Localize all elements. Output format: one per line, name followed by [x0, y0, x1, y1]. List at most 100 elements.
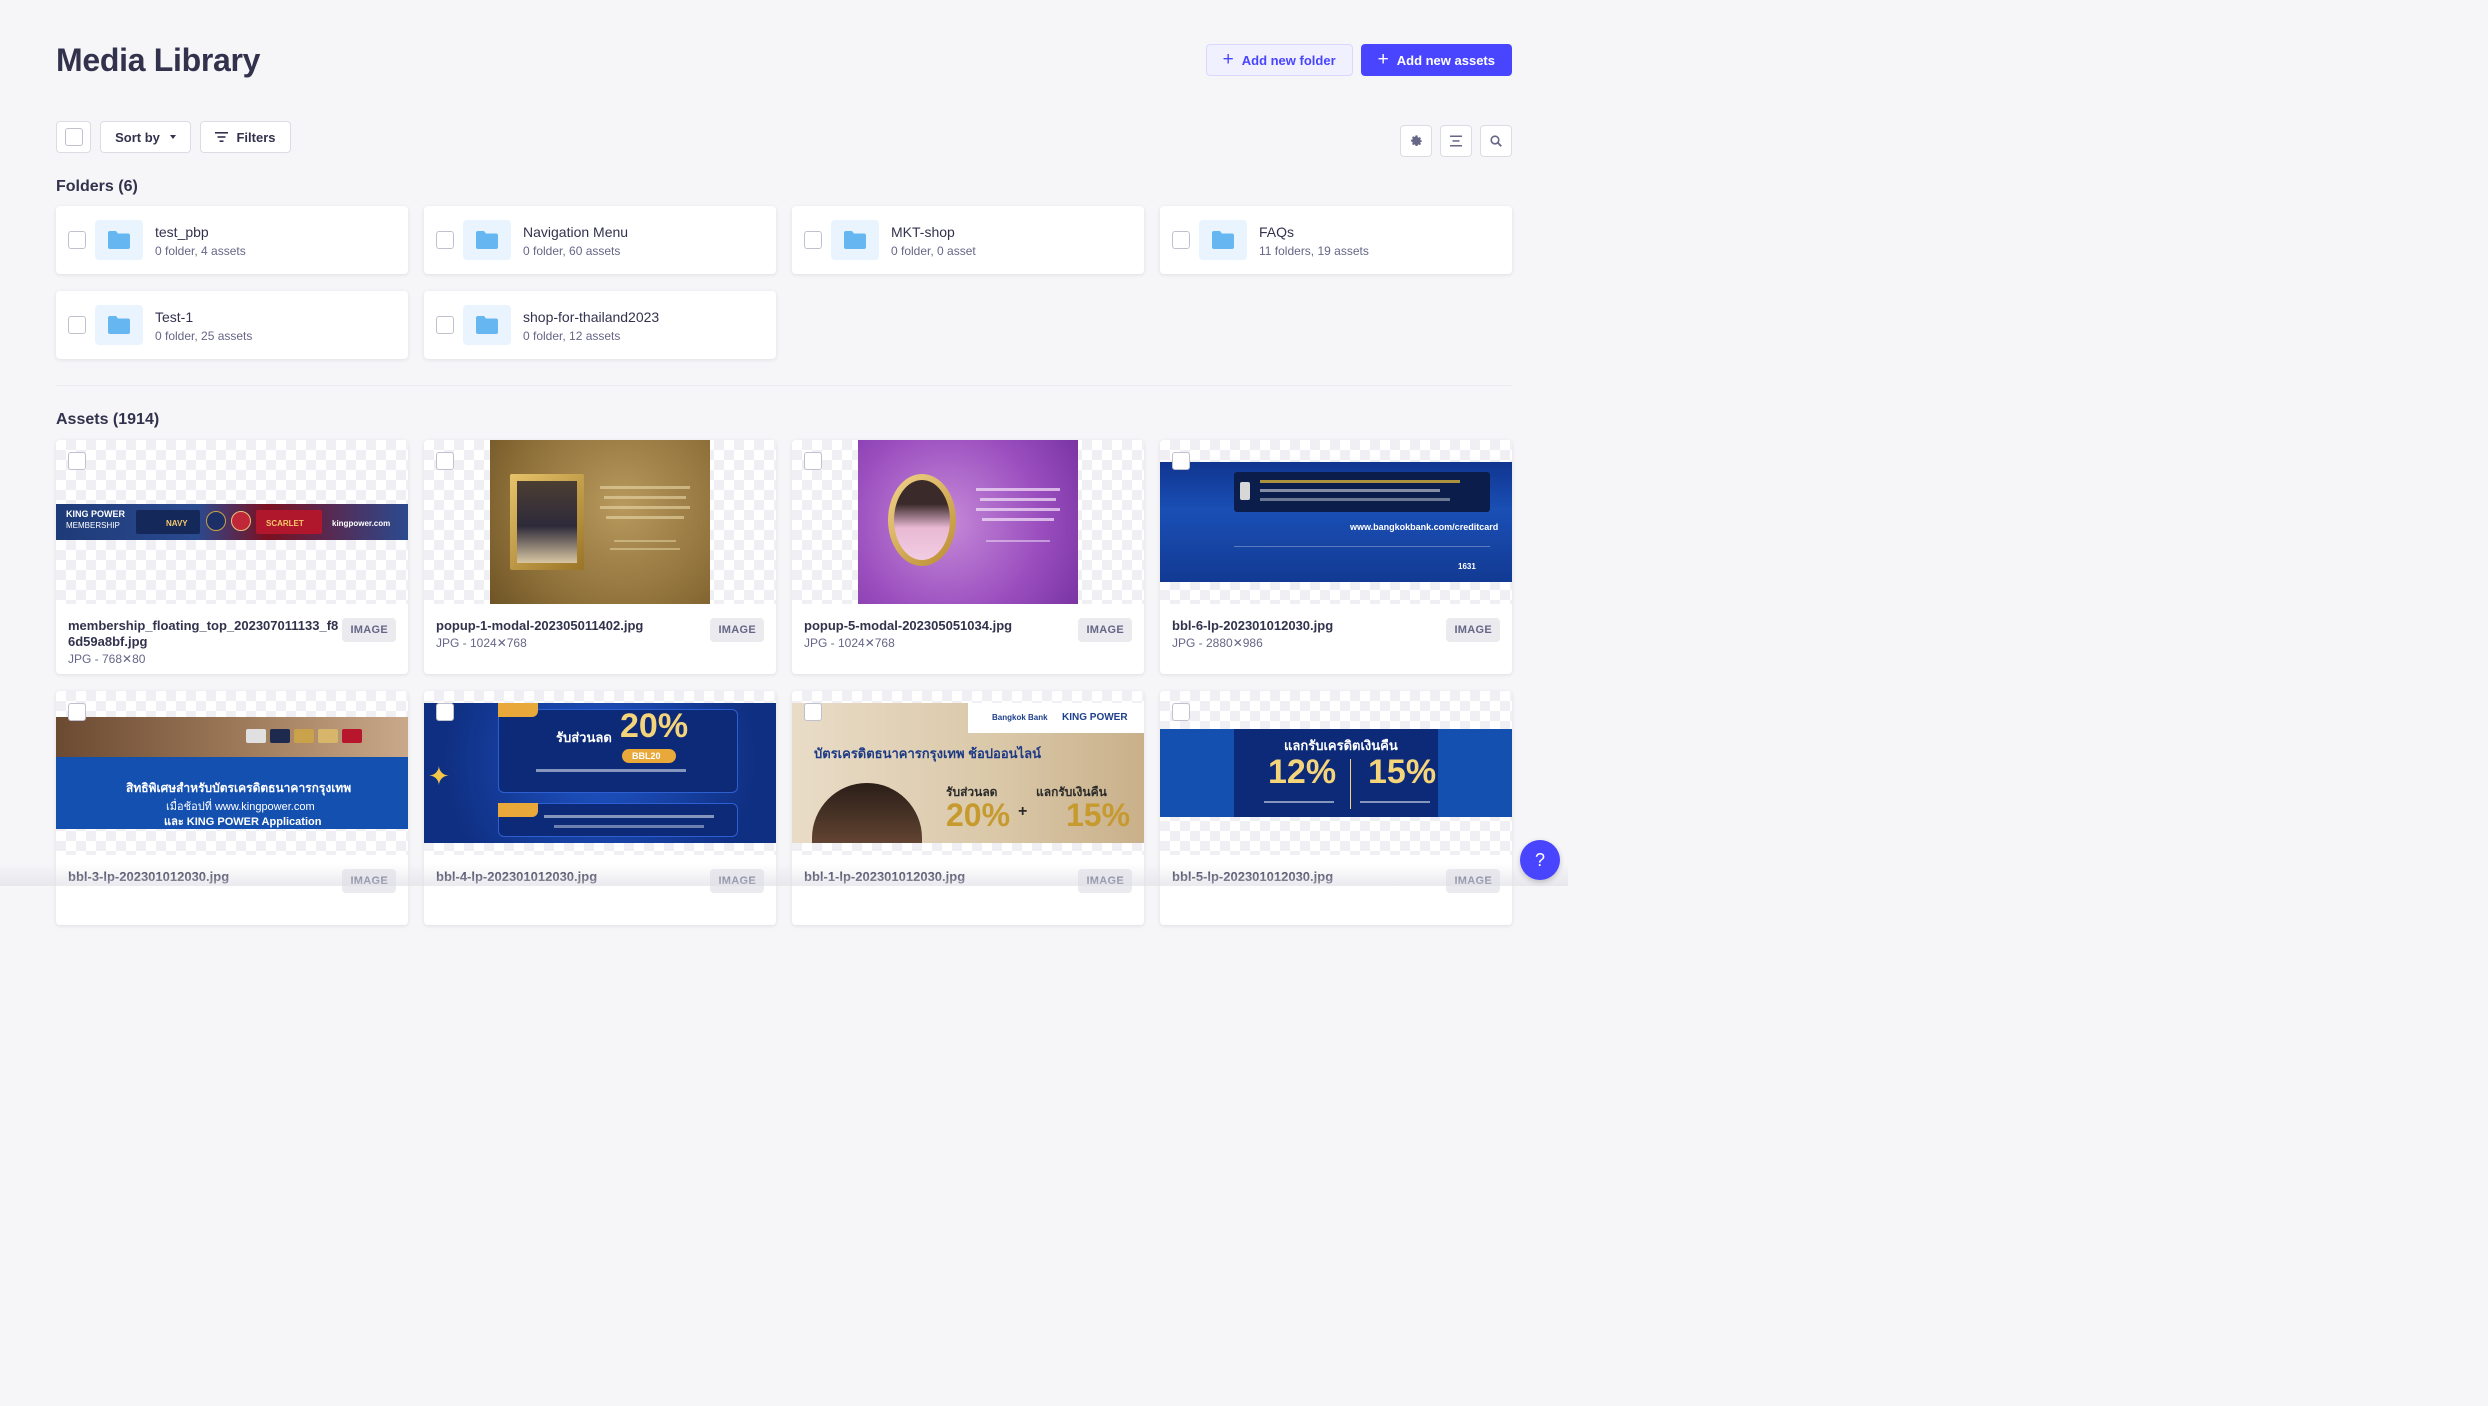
asset-image: www.bangkokbank.com/creditcard 1631	[1160, 462, 1512, 582]
asset-meta: JPG - 1024✕768	[804, 636, 895, 650]
select-all-checkbox[interactable]	[64, 128, 83, 146]
artwork-text: KING POWER	[66, 509, 126, 519]
gear-icon	[1410, 134, 1422, 146]
artwork-panel	[1234, 472, 1490, 512]
filter-icon	[215, 132, 229, 142]
asset-grid: KING POWER MEMBERSHIP NAVY SCARLET kingp…	[56, 440, 1512, 925]
toolbar: Sort by Filters	[56, 121, 1512, 161]
asset-card[interactable]: รับส่วนลด 20% BBL20 ✦ bbl-4-lp-202301012…	[424, 691, 776, 925]
folders-section-title: Folders (6)	[56, 178, 138, 195]
asset-preview: แลกรับเครดิตเงินคืน 12% 15%	[1160, 691, 1512, 855]
asset-checkbox[interactable]	[1172, 452, 1190, 470]
artwork-line	[610, 548, 680, 550]
artwork-text: 1631	[1458, 562, 1476, 571]
asset-card[interactable]: popup-5-modal-202305051034.jpg JPG - 102…	[792, 440, 1144, 674]
assets-section-title: Assets (1914)	[56, 411, 160, 428]
artwork-text: 15%	[1368, 753, 1437, 791]
folder-checkbox[interactable]	[436, 316, 454, 334]
asset-meta: JPG - 2880✕986	[1172, 636, 1263, 650]
folder-checkbox[interactable]	[436, 231, 454, 249]
folder-card[interactable]: shop-for-thailand2023 0 folder, 12 asset…	[424, 291, 776, 359]
add-folder-label: Add new folder	[1241, 52, 1336, 68]
asset-card[interactable]: แลกรับเครดิตเงินคืน 12% 15% bbl-5-lp-202…	[1160, 691, 1512, 925]
artwork-text: 15%	[1066, 797, 1131, 833]
select-all-checkbox-wrapper[interactable]	[56, 121, 91, 153]
artwork-line	[982, 518, 1054, 521]
asset-meta: JPG - 768✕80	[68, 652, 146, 666]
settings-button[interactable]	[1400, 125, 1432, 157]
plus-icon: +	[1377, 48, 1389, 70]
add-assets-button[interactable]: + Add new assets	[1360, 44, 1512, 76]
asset-checkbox[interactable]	[68, 703, 86, 721]
folder-meta: 0 folder, 4 assets	[155, 244, 246, 258]
asset-card[interactable]: Bangkok Bank KING POWER บัตรเครดิตธนาคาร…	[792, 691, 1144, 925]
folder-icon	[476, 231, 498, 249]
artwork-card	[270, 729, 290, 743]
asset-card[interactable]: KING POWER MEMBERSHIP NAVY SCARLET kingp…	[56, 440, 408, 674]
sort-by-label: Sort by	[115, 129, 160, 145]
folder-meta: 0 folder, 12 assets	[523, 329, 621, 343]
artwork-divider	[1350, 759, 1351, 809]
asset-type-badge: IMAGE	[342, 869, 396, 893]
asset-checkbox[interactable]	[804, 452, 822, 470]
artwork-text: Bangkok Bank	[992, 713, 1048, 722]
folder-grid: test_pbp 0 folder, 4 assets Navigation M…	[56, 206, 1512, 359]
add-folder-button[interactable]: + Add new folder	[1205, 44, 1353, 76]
artwork-tab	[498, 803, 538, 817]
artwork-text: และ KING POWER Application	[164, 816, 322, 828]
header: Media Library + Add new folder + Add new…	[56, 0, 1512, 110]
folder-checkbox[interactable]	[1172, 231, 1190, 249]
folder-card[interactable]: Test-1 0 folder, 25 assets	[56, 291, 408, 359]
asset-checkbox[interactable]	[436, 452, 454, 470]
folder-card[interactable]: test_pbp 0 folder, 4 assets	[56, 206, 408, 274]
help-button[interactable]: ?	[1520, 840, 1560, 880]
asset-card[interactable]: popup-1-modal-202305011402.jpg JPG - 102…	[424, 440, 776, 674]
artwork-text: SCARLET	[266, 519, 304, 528]
folder-meta: 0 folder, 60 assets	[523, 244, 621, 258]
folder-card[interactable]: FAQs 11 folders, 19 assets	[1160, 206, 1512, 274]
artwork-text: รับส่วนลด	[556, 730, 612, 745]
sparkle-icon: ✦	[428, 761, 450, 791]
asset-type-badge: IMAGE	[1078, 618, 1132, 642]
asset-preview: KING POWER MEMBERSHIP NAVY SCARLET kingp…	[56, 440, 408, 604]
asset-checkbox[interactable]	[1172, 703, 1190, 721]
asset-name: bbl-3-lp-202301012030.jpg	[68, 869, 230, 884]
asset-preview	[424, 440, 776, 604]
folder-checkbox[interactable]	[68, 231, 86, 249]
artwork-line	[1234, 546, 1490, 547]
asset-card[interactable]: www.bangkokbank.com/creditcard 1631 bbl-…	[1160, 440, 1512, 674]
artwork-line	[614, 540, 676, 542]
folder-checkbox[interactable]	[804, 231, 822, 249]
asset-checkbox[interactable]	[436, 703, 454, 721]
artwork-line	[1260, 480, 1460, 483]
list-view-button[interactable]	[1440, 125, 1472, 157]
asset-meta: JPG - 1024✕768	[436, 636, 527, 650]
plus-icon: +	[1222, 48, 1234, 70]
asset-image: KING POWER MEMBERSHIP NAVY SCARLET kingp…	[56, 504, 408, 540]
chevron-down-icon	[169, 135, 176, 139]
artwork-line	[600, 506, 690, 509]
folder-card[interactable]: Navigation Menu 0 folder, 60 assets	[424, 206, 776, 274]
asset-card[interactable]: สิทธิพิเศษสำหรับบัตรเครดิตธนาคารกรุงเทพ …	[56, 691, 408, 925]
asset-name: bbl-1-lp-202301012030.jpg	[804, 869, 966, 884]
asset-name: popup-5-modal-202305051034.jpg	[804, 618, 1013, 633]
plus-icon: +	[1018, 803, 1028, 820]
filters-button[interactable]: Filters	[200, 121, 291, 153]
folder-card[interactable]: MKT-shop 0 folder, 0 asset	[792, 206, 1144, 274]
asset-image	[490, 440, 710, 604]
asset-preview: รับส่วนลด 20% BBL20 ✦	[424, 691, 776, 855]
sort-by-button[interactable]: Sort by	[100, 121, 191, 153]
artwork-text: KING POWER	[1062, 712, 1128, 723]
folder-thumbnail	[463, 220, 511, 260]
folder-thumbnail	[463, 305, 511, 345]
artwork-badge	[231, 511, 251, 531]
asset-checkbox[interactable]	[804, 703, 822, 721]
artwork-text: 12%	[1268, 753, 1337, 791]
asset-checkbox[interactable]	[68, 452, 86, 470]
asset-preview	[792, 440, 1144, 604]
search-button[interactable]	[1480, 125, 1512, 157]
asset-preview: Bangkok Bank KING POWER บัตรเครดิตธนาคาร…	[792, 691, 1144, 855]
folder-checkbox[interactable]	[68, 316, 86, 334]
folder-thumbnail	[1199, 220, 1247, 260]
artwork-line	[1260, 489, 1440, 492]
